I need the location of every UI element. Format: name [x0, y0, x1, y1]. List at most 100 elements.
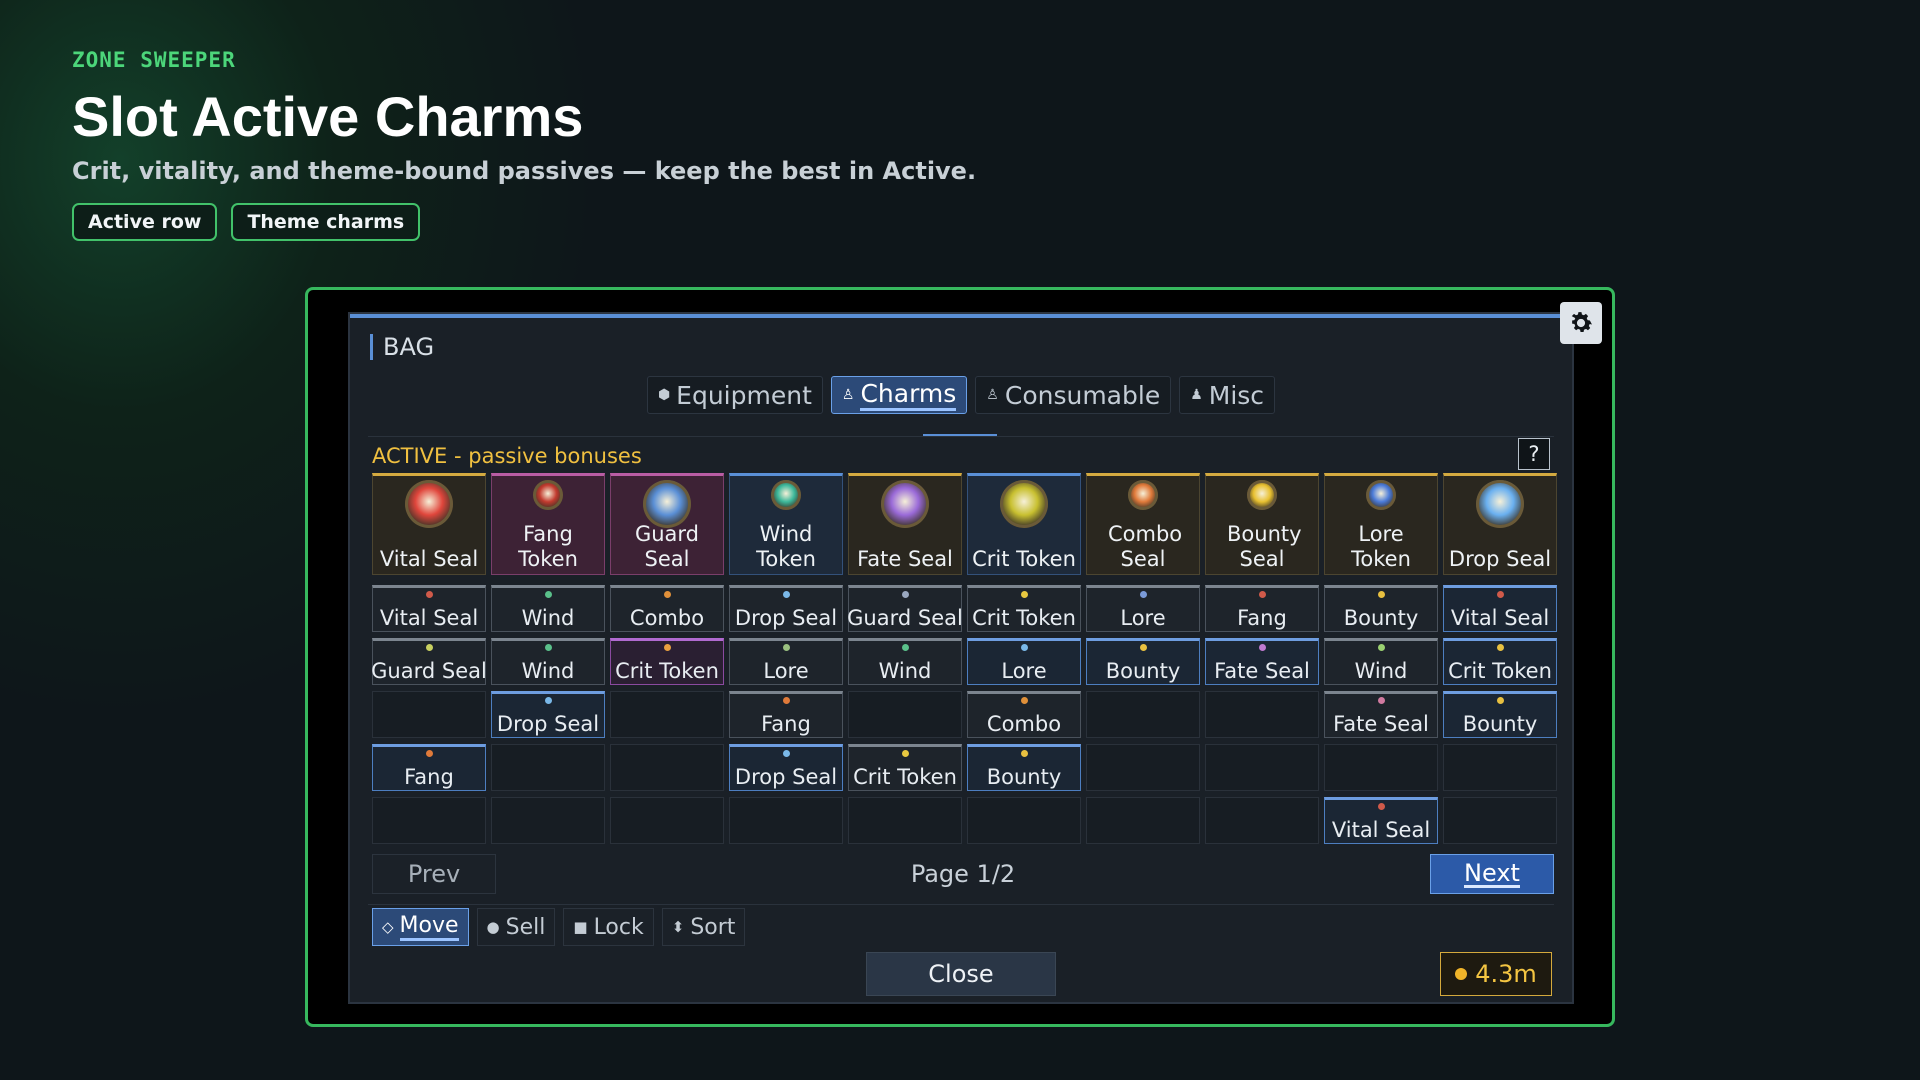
item-label: Lore — [763, 659, 809, 683]
active-charm-slot[interactable]: Vital Seal — [372, 473, 486, 575]
bag-slot-item[interactable]: Fang — [372, 744, 486, 791]
bag-slot-empty[interactable] — [610, 691, 724, 738]
rarity-gem-icon — [1378, 803, 1385, 810]
bag-slot-empty[interactable] — [967, 797, 1081, 844]
bag-slot-empty[interactable] — [1205, 797, 1319, 844]
bag-slot-item[interactable]: Combo — [610, 585, 724, 632]
bag-slot-empty[interactable] — [372, 797, 486, 844]
bag-slot-item[interactable]: Crit Token — [610, 638, 724, 685]
rarity-gem-icon — [664, 591, 671, 598]
bag-slot-empty[interactable] — [848, 797, 962, 844]
active-charm-slot[interactable]: Combo Seal — [1086, 473, 1200, 575]
bag-slot-empty[interactable] — [1086, 691, 1200, 738]
lock-tool-button[interactable]: ■ Lock — [563, 908, 654, 946]
active-charm-slot[interactable]: Fate Seal — [848, 473, 962, 575]
bag-slot-item[interactable]: Vital Seal — [372, 585, 486, 632]
bag-slot-empty[interactable] — [1205, 744, 1319, 791]
bag-slot-item[interactable]: Wind — [848, 638, 962, 685]
bag-slot-empty[interactable] — [491, 744, 605, 791]
bag-slot-item[interactable]: Drop Seal — [729, 744, 843, 791]
bag-slot-item[interactable]: Bounty — [1443, 691, 1557, 738]
bag-slot-item[interactable]: Fate Seal — [1324, 691, 1438, 738]
bag-slot-item[interactable]: Lore — [1086, 585, 1200, 632]
rarity-gem-icon — [426, 591, 433, 598]
next-page-button[interactable]: Next — [1430, 854, 1554, 894]
bag-slot-item[interactable]: Vital Seal — [1443, 585, 1557, 632]
charm-icon — [771, 480, 801, 510]
item-label: Drop Seal — [734, 765, 838, 789]
bag-slot-item[interactable]: Lore — [729, 638, 843, 685]
panel-top-accent — [350, 314, 1572, 318]
bag-slot-item[interactable]: Fate Seal — [1205, 638, 1319, 685]
bag-slot-item[interactable]: Crit Token — [967, 585, 1081, 632]
bag-slot-item[interactable]: Bounty — [967, 744, 1081, 791]
bag-slot-item[interactable]: Wind — [1324, 638, 1438, 685]
charm-name: Vital Seal — [379, 547, 479, 571]
charm-name: Wind Token — [756, 522, 816, 571]
help-button[interactable]: ? — [1518, 438, 1550, 470]
bag-slot-empty[interactable] — [610, 744, 724, 791]
item-label: Bounty — [986, 765, 1062, 789]
bag-slot-item[interactable]: Bounty — [1324, 585, 1438, 632]
bag-slot-empty[interactable] — [1086, 797, 1200, 844]
bag-slot-item[interactable]: Crit Token — [848, 744, 962, 791]
active-charm-slot[interactable]: Bounty Seal — [1205, 473, 1319, 575]
bag-slot-empty[interactable] — [1443, 744, 1557, 791]
bag-slot-item[interactable]: Drop Seal — [729, 585, 843, 632]
sort-tool-button[interactable]: ⬍ Sort — [661, 908, 746, 946]
active-charm-slot[interactable]: Fang Token — [491, 473, 605, 575]
active-charm-slot[interactable]: Drop Seal — [1443, 473, 1557, 575]
bag-slot-empty[interactable] — [1086, 744, 1200, 791]
bag-slot-item[interactable]: Lore — [967, 638, 1081, 685]
settings-button[interactable] — [1560, 302, 1602, 344]
tab-charms[interactable]: ♙ Charms — [830, 376, 968, 414]
gold-balance: 4.3m — [1440, 952, 1552, 996]
tab-label: Misc — [1208, 380, 1265, 410]
bag-slot-empty[interactable] — [1205, 691, 1319, 738]
charm-name: Crit Token — [972, 547, 1076, 571]
bag-slot-item[interactable]: Fang — [729, 691, 843, 738]
item-label: Fang — [1237, 606, 1287, 630]
page-indicator: Page 1/2 — [910, 860, 1016, 888]
tab-consumable[interactable]: ♙ Consumable — [975, 376, 1172, 414]
active-charm-slot[interactable]: Wind Token — [729, 473, 843, 575]
sell-tool-button[interactable]: ● Sell — [476, 908, 556, 946]
item-label: Crit Token — [1448, 659, 1552, 683]
move-tool-button[interactable]: ◇ Move — [372, 908, 469, 946]
bag-slot-item[interactable]: Wind — [491, 585, 605, 632]
bag-slot-item[interactable]: Fang — [1205, 585, 1319, 632]
lock-icon: ■ — [573, 918, 588, 936]
bag-slot-item[interactable]: Vital Seal — [1324, 797, 1438, 844]
item-label: Lore — [1001, 659, 1047, 683]
bag-slot-empty[interactable] — [848, 691, 962, 738]
bag-slot-empty[interactable] — [1324, 744, 1438, 791]
close-button[interactable]: Close — [866, 952, 1056, 996]
game-name: ZONE SWEEPER — [72, 48, 236, 72]
bag-slot-item[interactable]: Guard Seal — [847, 585, 963, 632]
charm-icon — [405, 480, 453, 528]
active-charm-slot[interactable]: Crit Token — [967, 473, 1081, 575]
bag-slot-item[interactable]: Bounty — [1086, 638, 1200, 685]
active-charm-slot[interactable]: Guard Seal — [610, 473, 724, 575]
bag-title: BAG — [370, 334, 434, 360]
bag-slot-item[interactable]: Combo — [967, 691, 1081, 738]
rarity-gem-icon — [1021, 750, 1028, 757]
item-label: Crit Token — [972, 606, 1076, 630]
bag-slot-empty[interactable] — [1443, 797, 1557, 844]
flask-icon: ♟ — [1190, 387, 1203, 403]
tab-equipment[interactable]: ⬢ Equipment — [646, 376, 823, 414]
rarity-gem-icon — [1497, 697, 1504, 704]
bag-slot-item[interactable]: Crit Token — [1443, 638, 1557, 685]
tab-misc[interactable]: ♟ Misc — [1179, 376, 1276, 414]
bag-slot-item[interactable]: Guard Seal — [371, 638, 487, 685]
bag-slot-empty[interactable] — [610, 797, 724, 844]
bag-slot-empty[interactable] — [372, 691, 486, 738]
next-label: Next — [1464, 858, 1520, 888]
active-charm-slot[interactable]: Lore Token — [1324, 473, 1438, 575]
bag-slot-item[interactable]: Wind — [491, 638, 605, 685]
bag-slot-empty[interactable] — [729, 797, 843, 844]
bag-slot-empty[interactable] — [491, 797, 605, 844]
bag-slot-item[interactable]: Drop Seal — [491, 691, 605, 738]
sort-icon: ⬍ — [671, 918, 685, 936]
item-label: Lore — [1120, 606, 1166, 630]
